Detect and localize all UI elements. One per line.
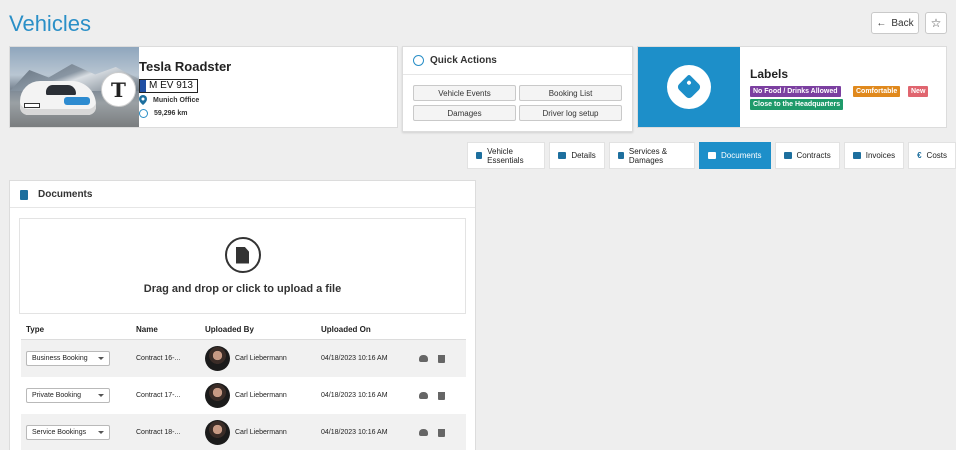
cloud-download-icon[interactable] [419,429,428,436]
table-row: Business Booking Contract 16-... Carl Li… [21,340,466,377]
vehicle-location: Munich Office [139,95,199,105]
labels-card: Labels No Food / Drinks Allowed Comforta… [637,46,947,128]
tab-label: Invoices [865,151,896,160]
back-button-label: Back [891,17,914,29]
speedometer-icon [139,109,148,118]
driver-log-setup-button[interactable]: Driver log setup [519,105,622,121]
document-type-value: Service Bookings [32,429,87,436]
euro-icon: € [917,151,922,160]
tab-label: Services & Damages [628,146,668,165]
column-header-name: Name [136,325,158,334]
column-header-uploaded-on: Uploaded On [321,325,371,334]
label-badge: Close to the Headquarters [750,99,844,110]
vehicle-tabs: Vehicle Essentials Details Services & Da… [467,142,956,169]
arrow-left-icon: ← [876,17,887,29]
vehicle-mileage: 59,296 km [139,109,187,118]
document-name: Contract 17-... [136,392,181,399]
tab-invoices[interactable]: Invoices [843,142,905,169]
license-plate-text: M EV 913 [149,80,193,91]
tesla-logo-icon: T [101,72,136,107]
chevron-down-icon [98,431,104,434]
avatar [205,346,230,371]
avatar [205,420,230,445]
avatar [205,383,230,408]
damages-button[interactable]: Damages [413,105,516,121]
uploader-name: Carl Liebermann [235,392,287,399]
tab-label: Vehicle Essentials [487,146,524,165]
table-header: Type Name Uploaded By Uploaded On [21,320,466,340]
location-text: Munich Office [153,96,200,104]
document-type-select[interactable]: Private Booking [26,388,110,403]
tab-vehicle-essentials[interactable]: Vehicle Essentials [467,142,546,169]
cloud-download-icon[interactable] [419,392,428,399]
quick-actions-card: Quick Actions Vehicle Events Booking Lis… [402,46,633,132]
table-row: Private Booking Contract 17-... Carl Lie… [21,377,466,414]
details-icon [558,152,567,159]
invoice-icon [852,152,861,159]
vehicle-summary-card: T Tesla Roadster M EV 913 Munich Office … [9,46,398,128]
quick-actions-title: Quick Actions [430,55,497,66]
document-type-select[interactable]: Service Bookings [26,425,110,440]
column-header-uploaded-by: Uploaded By [205,325,254,334]
document-type-value: Business Booking [32,355,88,362]
map-pin-icon [139,95,147,105]
back-button[interactable]: ← Back [871,12,919,34]
document-type-value: Private Booking [32,392,82,399]
document-icon [708,152,717,159]
star-icon: ☆ [930,16,942,30]
documents-title: Documents [38,189,93,200]
vehicle-events-button[interactable]: Vehicle Events [413,85,516,101]
document-type-select[interactable]: Business Booking [26,351,110,366]
contract-icon [783,152,792,159]
tab-services-damages[interactable]: Services & Damages [608,142,696,169]
cloud-download-icon[interactable] [419,355,428,362]
uploader-name: Carl Liebermann [235,355,287,362]
file-upload-dropzone[interactable]: Drag and drop or click to upload a file [19,218,466,314]
tab-details[interactable]: Details [549,142,605,169]
documents-panel: Documents Drag and drop or click to uplo… [9,180,476,450]
uploader-name: Carl Liebermann [235,429,287,436]
label-badge: No Food / Drinks Allowed [750,86,841,97]
trash-icon[interactable] [438,391,445,400]
documents-header: Documents [20,189,92,200]
column-header-type: Type [26,325,45,334]
trash-icon[interactable] [438,428,445,437]
document-name: Contract 18-... [136,429,181,436]
quick-actions-icon [413,55,424,66]
wrench-car-icon [617,152,624,159]
label-badge: Comfortable [853,86,901,97]
chevron-down-icon [98,357,104,360]
vehicle-name: Tesla Roadster [139,59,232,74]
tab-contracts[interactable]: Contracts [774,142,840,169]
trash-icon[interactable] [438,354,445,363]
booking-list-button[interactable]: Booking List [519,85,622,101]
tab-costs[interactable]: € Costs [908,142,956,169]
tab-label: Costs [926,151,947,160]
uploaded-on: 04/18/2023 10:16 AM [321,392,388,399]
tab-label: Documents [721,151,762,160]
tab-documents[interactable]: Documents [699,142,771,169]
table-row: Service Bookings Contract 18-... Carl Li… [21,414,466,450]
uploaded-on: 04/18/2023 10:16 AM [321,355,388,362]
documents-table: Type Name Uploaded By Uploaded On Busine… [21,320,466,450]
favorite-button[interactable]: ☆ [925,12,947,34]
label-badge: New [908,86,929,97]
uploaded-on: 04/18/2023 10:16 AM [321,429,388,436]
labels-title: Labels [750,67,789,81]
license-plate: M EV 913 [139,79,198,93]
quick-actions-header: Quick Actions [413,55,497,66]
document-name: Contract 16-... [136,355,181,362]
document-icon [20,189,28,200]
tab-label: Details [571,151,596,160]
file-upload-icon [224,237,261,273]
tab-label: Contracts [796,151,831,160]
tag-icon [676,74,702,100]
page-title: Vehicles [9,11,91,36]
dropzone-text: Drag and drop or click to upload a file [143,283,342,295]
chevron-down-icon [98,394,104,397]
mileage-text: 59,296 km [154,110,188,117]
labels-icon-panel [638,47,740,127]
car-icon [476,152,483,159]
